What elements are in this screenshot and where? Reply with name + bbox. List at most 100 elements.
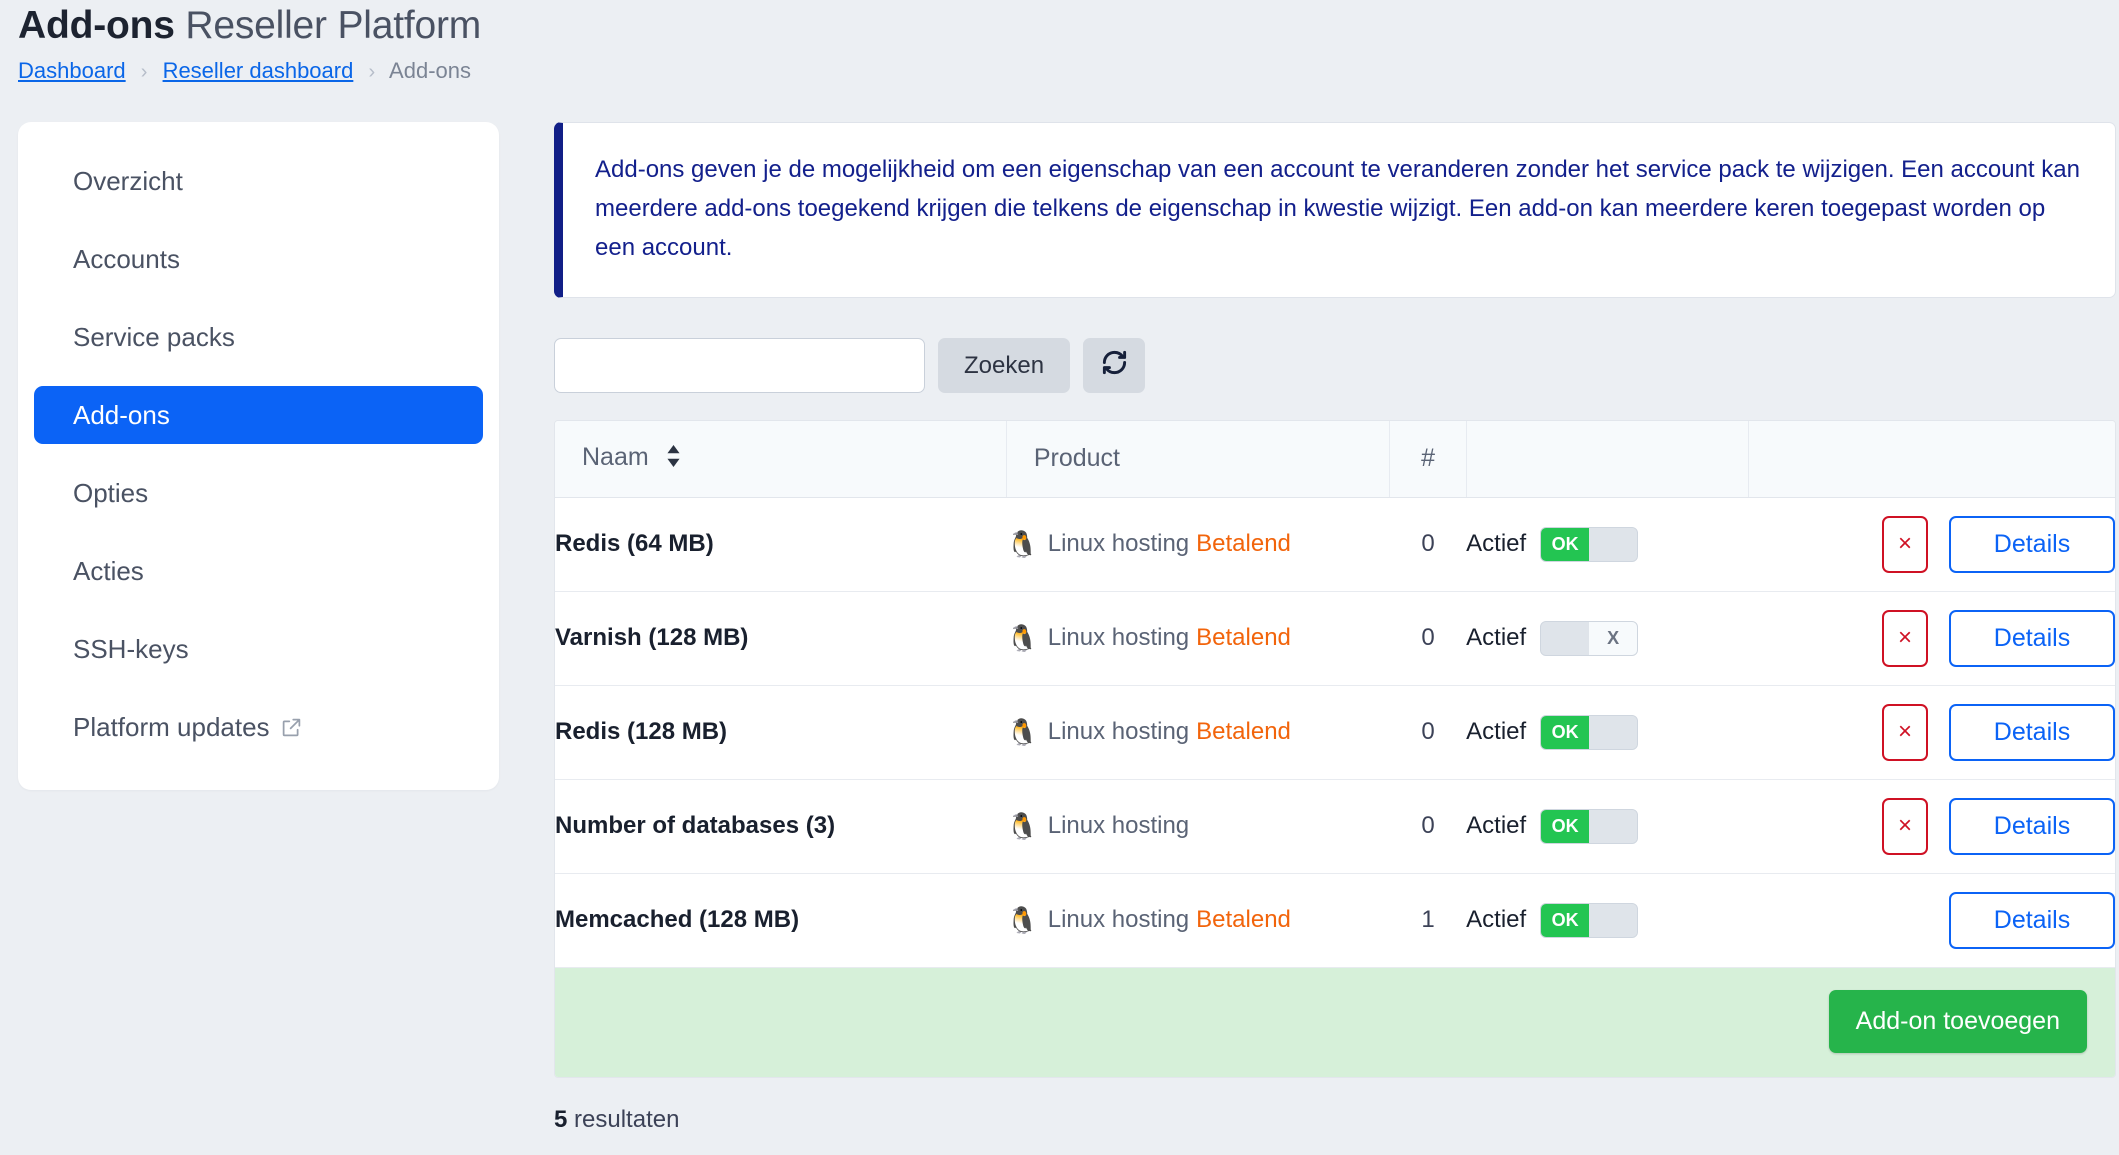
search-button[interactable]: Zoeken [938, 338, 1071, 393]
results-count-label: resultaten [574, 1105, 680, 1133]
status-toggle[interactable]: OK [1540, 808, 1639, 844]
cell-status: Actief X [1466, 591, 1749, 686]
linux-penguin-icon: 🐧 [1006, 810, 1039, 841]
sidebar-item-ssh-keys[interactable]: SSH-keys [34, 620, 483, 678]
product-name: Linux hosting [1047, 529, 1190, 557]
linux-penguin-icon: 🐧 [1006, 622, 1039, 653]
sidebar-item-service-packs[interactable]: Service packs [34, 308, 483, 366]
status-toggle[interactable]: OK [1540, 526, 1639, 562]
page-title-rest: Reseller Platform [185, 4, 482, 47]
delete-addon-button[interactable]: × [1882, 515, 1928, 573]
column-header-count: # [1389, 421, 1467, 498]
status-toggle[interactable]: OK [1540, 902, 1639, 938]
table-row: Redis (128 MB) 🐧 Linux hosting Betalend 0 Act… [555, 685, 2115, 780]
cell-status: Actief OK [1466, 873, 1749, 968]
results-count: 5 resultaten [554, 1106, 2116, 1134]
addons-table: Naam Product # Redis (64 MB) 🐧 Linux hos… [555, 421, 2115, 968]
sidebar-item-label: Service packs [73, 322, 235, 352]
product-name: Linux hosting [1047, 811, 1190, 839]
column-header-naam[interactable]: Naam [555, 421, 1007, 498]
sidebar-nav: Overzicht Accounts Service packs Add-ons Opt… [18, 122, 499, 790]
cell-product: 🐧 Linux hosting Betalend [1006, 873, 1390, 968]
cell-actions: × Details [1748, 685, 2115, 780]
toggle-knob [1589, 903, 1638, 937]
breadcrumb-link-dashboard[interactable]: Dashboard [18, 58, 126, 83]
breadcrumb-separator-icon: › [368, 61, 376, 83]
sidebar-item-acties[interactable]: Acties [34, 542, 483, 600]
page-header: Add-ons Reseller Platform Dashboard › Re… [0, 0, 2119, 85]
status-toggle[interactable]: X [1540, 620, 1639, 656]
info-alert: Add-ons geven je de mogelijkheid om een … [554, 122, 2116, 298]
paid-badge: Betalend [1196, 905, 1291, 933]
add-addon-button[interactable]: Add-on toevoegen [1828, 989, 2087, 1053]
status-label: Actief [1466, 624, 1527, 651]
sidebar-item-label: SSH-keys [73, 634, 189, 664]
table-footer: Add-on toevoegen [555, 967, 2115, 1077]
column-header-status [1466, 421, 1749, 498]
cell-actions: × Details [1748, 497, 2115, 592]
details-button[interactable]: Details [1949, 703, 2115, 761]
toggle-on-label: OK [1541, 809, 1590, 843]
page-title-strong: Add-ons [18, 4, 175, 47]
toggle-knob [1541, 621, 1590, 655]
delete-addon-button[interactable]: × [1882, 797, 1928, 855]
sidebar-item-overzicht[interactable]: Overzicht [34, 152, 483, 210]
cell-product: 🐧 Linux hosting [1006, 779, 1390, 874]
details-button[interactable]: Details [1949, 891, 2115, 949]
sidebar-item-accounts[interactable]: Accounts [34, 230, 483, 288]
breadcrumb-current: Add-ons [389, 58, 471, 83]
sidebar-item-label: Platform updates [73, 712, 270, 742]
breadcrumb-separator-icon: › [140, 61, 148, 83]
product-name: Linux hosting [1047, 905, 1190, 933]
linux-penguin-icon: 🐧 [1006, 716, 1039, 747]
table-row: Varnish (128 MB) 🐧 Linux hosting Betalend 0 A… [555, 591, 2115, 686]
linux-penguin-icon: 🐧 [1006, 904, 1039, 935]
toggle-knob [1589, 715, 1638, 749]
table-row: Redis (64 MB) 🐧 Linux hosting Betalend 0 Acti… [555, 497, 2115, 592]
paid-badge: Betalend [1196, 623, 1291, 651]
toggle-knob [1589, 809, 1638, 843]
search-input[interactable] [554, 338, 925, 393]
cell-status: Actief OK [1466, 685, 1749, 780]
column-header-actions [1748, 421, 2115, 498]
delete-addon-button[interactable]: × [1882, 609, 1928, 667]
cell-usage-count: 0 [1389, 779, 1467, 874]
table-body: Redis (64 MB) 🐧 Linux hosting Betalend 0 Acti… [555, 497, 2115, 968]
status-label: Actief [1466, 718, 1527, 745]
cell-actions: × Details [1748, 779, 2115, 874]
table-row: Memcached (128 MB) 🐧 Linux hosting Betalend… [555, 873, 2115, 968]
status-label: Actief [1466, 530, 1527, 557]
cell-usage-count: 1 [1389, 873, 1467, 968]
delete-addon-button[interactable]: × [1882, 703, 1928, 761]
product-name: Linux hosting [1047, 623, 1190, 651]
search-bar: Zoeken [554, 338, 2116, 393]
cell-addon-name: Redis (64 MB) [555, 497, 1007, 592]
sidebar-item-label: Add-ons [73, 400, 170, 430]
sidebar-item-opties[interactable]: Opties [34, 464, 483, 522]
details-button[interactable]: Details [1949, 609, 2115, 667]
status-toggle[interactable]: OK [1540, 714, 1639, 750]
sidebar-item-label: Overzicht [73, 166, 183, 196]
toggle-on-label: OK [1541, 527, 1590, 561]
toggle-on-label: OK [1541, 715, 1590, 749]
breadcrumb: Dashboard › Reseller dashboard › Add-ons [18, 58, 2119, 85]
cell-product: 🐧 Linux hosting Betalend [1006, 685, 1390, 780]
table-header-row: Naam Product # [555, 421, 2115, 498]
sidebar-item-label: Acties [73, 556, 144, 586]
cell-usage-count: 0 [1389, 497, 1467, 592]
details-button[interactable]: Details [1949, 515, 2115, 573]
paid-badge: Betalend [1196, 529, 1291, 557]
column-header-product: Product [1006, 421, 1391, 498]
column-header-naam-label: Naam [582, 443, 649, 472]
sidebar-item-add-ons[interactable]: Add-ons [34, 386, 483, 444]
cell-status: Actief OK [1466, 497, 1749, 592]
sort-icon[interactable] [666, 445, 681, 474]
refresh-button[interactable] [1083, 338, 1146, 393]
page-layout: Overzicht Accounts Service packs Add-ons Opt… [0, 122, 2119, 1134]
cell-product: 🐧 Linux hosting Betalend [1006, 591, 1390, 686]
sidebar-item-platform-updates[interactable]: Platform updates [34, 698, 483, 758]
addons-table-container: Naam Product # Redis (64 MB) 🐧 Linux hos… [554, 420, 2116, 1078]
breadcrumb-link-reseller-dashboard[interactable]: Reseller dashboard [163, 58, 354, 83]
cell-addon-name: Number of databases (3) [555, 779, 1007, 874]
details-button[interactable]: Details [1949, 797, 2115, 855]
